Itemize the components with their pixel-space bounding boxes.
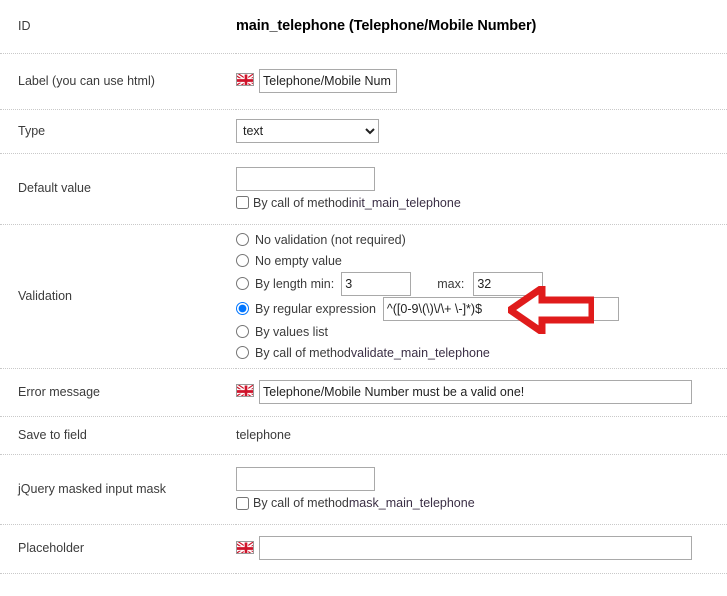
row-validation: Validation No validation (not required) … — [0, 224, 727, 367]
row-validation-label: Validation — [0, 224, 236, 367]
jquery-mask-input[interactable] — [236, 467, 375, 491]
default-value-method-checkbox[interactable] — [236, 196, 249, 209]
row-default-value-label: Default value — [0, 154, 236, 223]
uk-flag-icon — [236, 541, 254, 554]
validation-label-by-length: By length min: — [255, 277, 334, 291]
validation-option-no-empty-value[interactable]: No empty value — [236, 251, 726, 271]
placeholder-input[interactable] — [259, 536, 692, 560]
row-label: Label (you can use html) — [0, 54, 727, 108]
validation-radio-by-length[interactable] — [236, 277, 249, 290]
validation-radio-no-validation[interactable] — [236, 233, 249, 246]
row-jquery-mask: jQuery masked input mask By call of meth… — [0, 454, 727, 523]
validation-label-no-empty-value: No empty value — [255, 254, 342, 268]
validation-option-by-length[interactable]: By length min: max: — [236, 272, 726, 296]
row-placeholder-value-cell — [236, 525, 727, 572]
row-error-message: Error message — [0, 368, 727, 415]
validation-radio-by-values-list[interactable] — [236, 325, 249, 338]
validation-label-by-values-list: By values list — [255, 325, 328, 339]
validation-max-input[interactable] — [473, 272, 543, 296]
default-value-input[interactable] — [236, 167, 375, 191]
default-value-method-checkbox-row[interactable]: By call of method init_main_telephone — [236, 196, 726, 210]
row-placeholder-label: Placeholder — [0, 525, 236, 572]
row-label-label: Label (you can use html) — [0, 54, 236, 108]
validation-radio-by-call-of-method[interactable] — [236, 346, 249, 359]
row-save-to-field-value-cell: telephone — [236, 417, 727, 453]
row-save-to-field-label: Save to field — [0, 417, 236, 453]
validation-radio-group: No validation (not required) No empty va… — [236, 226, 726, 366]
jquery-mask-method-checkbox-row[interactable]: By call of method mask_main_telephone — [236, 496, 726, 510]
validation-option-by-values-list[interactable]: By values list — [236, 322, 726, 342]
uk-flag-icon — [236, 73, 254, 86]
row-type: Type text — [0, 109, 727, 152]
error-message-input[interactable] — [259, 380, 692, 404]
label-input[interactable] — [259, 69, 397, 93]
row-id-value-cell: main_telephone (Telephone/Mobile Number) — [236, 0, 727, 52]
row-type-label: Type — [0, 109, 236, 152]
jquery-mask-method-prefix: By call of method — [253, 496, 349, 510]
validation-label-max: max: — [437, 277, 464, 291]
validation-option-no-validation[interactable]: No validation (not required) — [236, 230, 726, 250]
validation-label-no-validation: No validation (not required) — [255, 233, 406, 247]
validation-min-input[interactable] — [341, 272, 411, 296]
jquery-mask-method-name: mask_main_telephone — [349, 496, 475, 510]
row-validation-value-cell: No validation (not required) No empty va… — [236, 224, 727, 367]
row-type-value-cell: text — [236, 109, 727, 152]
validation-radio-no-empty-value[interactable] — [236, 254, 249, 267]
validation-label-by-regular-expression: By regular expression — [255, 302, 376, 316]
separator-9 — [0, 572, 727, 574]
row-save-to-field: Save to field telephone — [0, 417, 727, 453]
row-placeholder: Placeholder — [0, 525, 727, 572]
row-default-value: Default value By call of method init_mai… — [0, 154, 727, 223]
row-jquery-mask-label: jQuery masked input mask — [0, 454, 236, 523]
row-jquery-mask-value-cell: By call of method mask_main_telephone — [236, 454, 727, 523]
uk-flag-icon — [236, 384, 254, 397]
validation-option-by-regular-expression[interactable]: By regular expression — [236, 297, 726, 321]
jquery-mask-method-checkbox[interactable] — [236, 497, 249, 510]
validation-radio-by-regular-expression[interactable] — [236, 302, 249, 315]
row-error-message-value-cell — [236, 368, 727, 415]
default-value-method-prefix: By call of method — [253, 196, 349, 210]
default-value-method-name: init_main_telephone — [349, 196, 461, 210]
row-error-message-label: Error message — [0, 368, 236, 415]
validation-option-by-call-of-method[interactable]: By call of method validate_main_telephon… — [236, 343, 726, 363]
row-id-label: ID — [0, 0, 236, 52]
field-settings-form: ID main_telephone (Telephone/Mobile Numb… — [0, 0, 727, 574]
save-to-field-value: telephone — [236, 428, 291, 442]
type-select[interactable]: text — [236, 119, 379, 143]
page-title: main_telephone (Telephone/Mobile Number) — [236, 18, 536, 34]
row-id: ID main_telephone (Telephone/Mobile Numb… — [0, 0, 727, 52]
row-label-value-cell — [236, 54, 727, 108]
validation-regex-input[interactable] — [383, 297, 619, 321]
validation-label-by-call-of-method: By call of method — [255, 346, 351, 360]
validation-method-name: validate_main_telephone — [351, 346, 490, 360]
row-default-value-cell: By call of method init_main_telephone — [236, 154, 727, 223]
